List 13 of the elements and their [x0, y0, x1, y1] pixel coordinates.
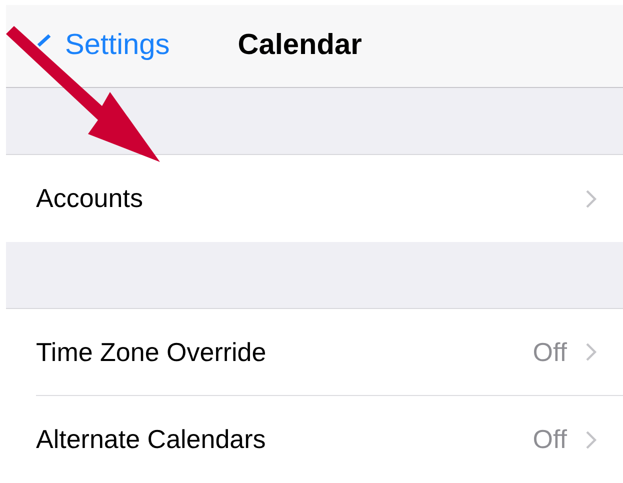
row-value: Off	[532, 423, 567, 456]
row-value: Off	[532, 336, 567, 368]
row-label: Time Zone Override	[36, 336, 268, 368]
chevron-right-icon	[585, 188, 597, 208]
settings-row[interactable]: Alternate Calendars Off	[36, 396, 623, 483]
chevron-right-icon	[585, 342, 597, 362]
back-chevron-icon	[37, 34, 51, 46]
row-label: Alternate Calendars	[36, 423, 267, 456]
page-title: Calendar	[238, 28, 362, 64]
settings-row[interactable]: Time Zone Override Off	[36, 309, 623, 396]
row-label: Accounts	[36, 182, 144, 215]
chevron-right-icon	[585, 430, 597, 450]
settings-row[interactable]: Accounts	[36, 155, 623, 242]
